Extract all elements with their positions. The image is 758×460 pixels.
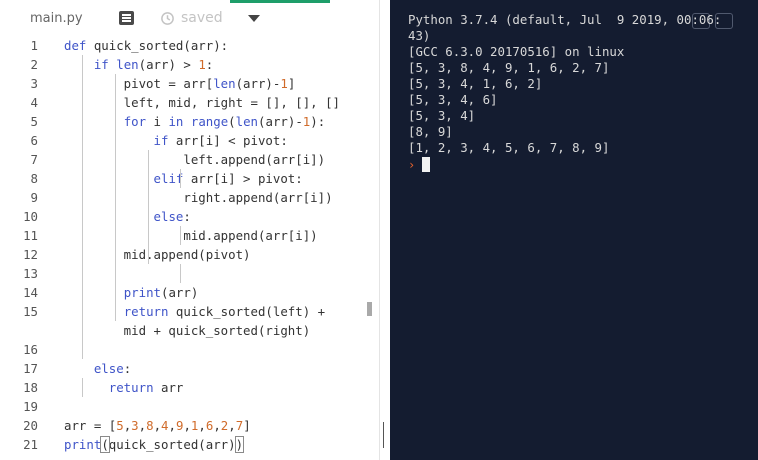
console-line: [5, 3, 4, 1, 6, 2]	[408, 76, 543, 91]
code-line[interactable]: 1 def quick_sorted(arr):	[0, 36, 380, 55]
code-line[interactable]: 9 right.append(arr[i])	[0, 188, 380, 207]
code-text[interactable]: mid.append(arr[i])	[64, 226, 317, 245]
code-text[interactable]: right.append(arr[i])	[64, 188, 332, 207]
code-area[interactable]: 1 def quick_sorted(arr): 2 if len(arr) > 1…	[0, 36, 380, 460]
code-line[interactable]: 16	[0, 340, 380, 359]
code-text[interactable]: print(arr)	[64, 283, 199, 302]
line-number: 9	[30, 190, 38, 205]
code-text[interactable]: else:	[64, 207, 191, 226]
line-number: 2	[30, 57, 38, 72]
code-line[interactable]: 20 arr = [5,3,8,4,9,1,6,2,7]	[0, 416, 380, 435]
code-line[interactable]: 5 for i in range(len(arr)-1):	[0, 112, 380, 131]
indent-guide	[180, 226, 181, 245]
indent-guide	[115, 74, 116, 321]
pane-divider[interactable]	[379, 0, 380, 460]
code-line[interactable]: 12 mid.append(pivot)	[0, 245, 380, 264]
code-text[interactable]: left, mid, right = [], [], []	[64, 93, 340, 112]
line-number: 18	[23, 380, 38, 395]
code-line[interactable]: 6 if arr[i] < pivot:	[0, 131, 380, 150]
indent-guide	[180, 169, 181, 188]
console-pane[interactable]: Python 3.7.4 (default, Jul 9 2019, 00:06…	[390, 0, 758, 460]
console-prompt: ›	[408, 158, 416, 172]
code-line[interactable]: mid + quick_sorted(right)	[0, 321, 380, 340]
code-line[interactable]: 14 print(arr)	[0, 283, 380, 302]
code-line[interactable]: 4 left, mid, right = [], [], []	[0, 93, 380, 112]
code-line[interactable]: 18 return arr	[0, 378, 380, 397]
code-text[interactable]: def quick_sorted(arr):	[64, 36, 228, 55]
indent-guide	[180, 264, 181, 283]
indent-guide	[82, 55, 83, 359]
line-number: 11	[23, 228, 38, 243]
console-line: [5, 3, 4]	[408, 108, 476, 123]
line-number: 13	[23, 266, 38, 281]
line-number: 5	[30, 114, 38, 129]
code-line[interactable]: 2 if len(arr) > 1:	[0, 55, 380, 74]
code-line[interactable]: 17 else:	[0, 359, 380, 378]
code-editor-pane[interactable]: main.py saved 1 def quick_sorted(arr): 2 i…	[0, 0, 384, 460]
indent-guide	[148, 150, 149, 264]
chevron-down-icon[interactable]	[248, 15, 260, 22]
line-number: 14	[23, 285, 38, 300]
console-line: Python 3.7.4 (default, Jul 9 2019, 00:06…	[408, 12, 722, 27]
line-number: 3	[30, 76, 38, 91]
code-line[interactable]: 11 mid.append(arr[i])	[0, 226, 380, 245]
code-line[interactable]: 21 print(quick_sorted(arr))	[0, 435, 380, 454]
editor-scrollbar[interactable]	[367, 302, 372, 316]
console-scrollbar[interactable]	[383, 422, 384, 448]
active-indicator	[230, 0, 330, 3]
line-number: 1	[30, 38, 38, 53]
code-line[interactable]: 7 left.append(arr[i])	[0, 150, 380, 169]
console-line: [8, 9]	[408, 124, 453, 139]
code-line[interactable]: 8 elif arr[i] > pivot:	[0, 169, 380, 188]
indent-guide	[82, 378, 83, 397]
code-text[interactable]: if arr[i] < pivot:	[64, 131, 288, 150]
code-line[interactable]: 3 pivot = arr[len(arr)-1]	[0, 74, 380, 93]
code-line[interactable]: 15 return quick_sorted(left) +	[0, 302, 380, 321]
code-text[interactable]: left.append(arr[i])	[64, 150, 325, 169]
editor-toolbar: main.py saved	[0, 0, 380, 36]
text-cursor[interactable]	[422, 157, 430, 172]
code-text[interactable]: elif arr[i] > pivot:	[64, 169, 303, 188]
line-number: 19	[23, 399, 38, 414]
line-number: 16	[23, 342, 38, 357]
code-text[interactable]: pivot = arr[len(arr)-1]	[64, 74, 296, 93]
line-number: 7	[30, 152, 38, 167]
saved-label: saved	[181, 10, 223, 26]
code-line[interactable]: 19	[0, 397, 380, 416]
line-number: 15	[23, 304, 38, 319]
line-number: 10	[23, 209, 38, 224]
file-tab[interactable]: main.py	[30, 11, 83, 26]
history-icon	[160, 11, 175, 26]
console-line: [1, 2, 3, 4, 5, 6, 7, 8, 9]	[408, 140, 610, 155]
file-menu-icon[interactable]	[119, 11, 134, 25]
line-number: 17	[23, 361, 38, 376]
line-number: 20	[23, 418, 38, 433]
code-text[interactable]: return quick_sorted(left) +	[64, 302, 325, 321]
line-number: 6	[30, 133, 38, 148]
console-line: [5, 3, 4, 6]	[408, 92, 498, 107]
console-line: [5, 3, 8, 4, 9, 1, 6, 2, 7]	[408, 60, 610, 75]
save-status: saved	[160, 10, 223, 26]
code-text[interactable]: arr = [5,3,8,4,9,1,6,2,7]	[64, 416, 251, 435]
console-line: 43)	[408, 28, 431, 43]
code-text[interactable]: print(quick_sorted(arr))	[64, 435, 245, 454]
code-text[interactable]: else:	[64, 359, 131, 378]
console-line: [GCC 6.3.0 20170516] on linux	[408, 44, 625, 59]
line-number: 12	[23, 247, 38, 262]
code-text[interactable]: mid + quick_sorted(right)	[64, 321, 311, 340]
code-text[interactable]: for i in range(len(arr)-1):	[64, 112, 326, 131]
code-line[interactable]: 13	[0, 264, 380, 283]
line-number: 21	[23, 437, 38, 452]
line-number: 4	[30, 95, 38, 110]
code-text[interactable]: if len(arr) > 1:	[64, 55, 213, 74]
code-text[interactable]: mid.append(pivot)	[64, 245, 251, 264]
line-number: 8	[30, 171, 38, 186]
code-line[interactable]: 10 else:	[0, 207, 380, 226]
